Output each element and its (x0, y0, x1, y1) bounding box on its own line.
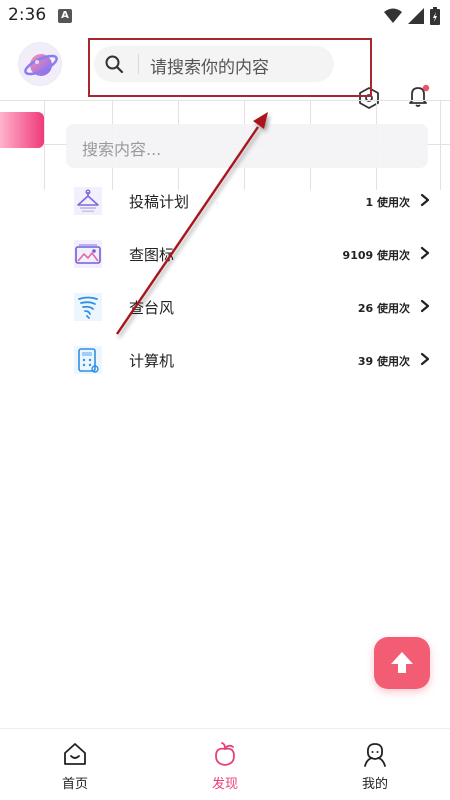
bottom-nav: 首页 发现 我的 (0, 728, 450, 800)
notification-a-icon: A (58, 9, 72, 23)
status-bar: 2:36 A (0, 0, 450, 32)
nav-item-home[interactable]: 首页 (25, 729, 125, 800)
nav-item-profile[interactable]: 我的 (325, 729, 425, 800)
nav-label: 发现 (211, 777, 238, 792)
image-gallery-icon (74, 240, 102, 268)
list-item-icon-search[interactable]: 查图标 9109 使用次 (0, 228, 450, 280)
chevron-right-icon (420, 352, 430, 366)
tool-name: 计算机 (129, 352, 175, 370)
nav-item-discover[interactable]: 发现 (175, 729, 275, 800)
home-icon (64, 743, 86, 765)
status-time: 2:36 (8, 5, 47, 25)
avatar[interactable] (18, 42, 62, 86)
wifi-icon (384, 8, 402, 23)
side-pink-tab[interactable] (0, 112, 44, 148)
content-search-placeholder: 搜索内容... (82, 140, 162, 159)
annotation-highlight-box (88, 38, 372, 97)
nav-label: 我的 (361, 777, 388, 792)
content-search-field[interactable]: 搜索内容... (66, 124, 428, 168)
hanger-icon (74, 187, 102, 215)
status-icons (384, 7, 440, 25)
arrow-up-icon (391, 652, 413, 673)
list-item-calculator[interactable]: 计算机 39 使用次 (0, 334, 450, 386)
grid-line (0, 100, 450, 101)
nav-label: 首页 (61, 777, 88, 792)
tool-name: 查台风 (129, 299, 175, 317)
chevron-right-icon (420, 193, 430, 207)
scroll-to-top-button[interactable] (374, 637, 430, 689)
peach-icon (215, 742, 235, 766)
tool-name: 投稿计划 (129, 193, 190, 211)
list-item-typhoon[interactable]: 查台风 26 使用次 (0, 281, 450, 333)
usage-count: 39 使用次 (357, 355, 410, 368)
chevron-right-icon (420, 299, 430, 313)
battery-icon (430, 7, 440, 25)
chevron-right-icon (420, 246, 430, 260)
typhoon-icon (74, 293, 102, 321)
profile-icon (364, 743, 386, 767)
list-item-submission-plan[interactable]: 投稿计划 1 使用次 (0, 175, 450, 227)
signal-icon (408, 8, 424, 24)
usage-count: 26 使用次 (357, 302, 410, 315)
usage-count: 9109 使用次 (342, 249, 410, 262)
planet-logo-icon (24, 54, 58, 76)
usage-count: 1 使用次 (365, 196, 410, 209)
calculator-icon (74, 346, 102, 374)
tool-name: 查图标 (129, 246, 175, 264)
